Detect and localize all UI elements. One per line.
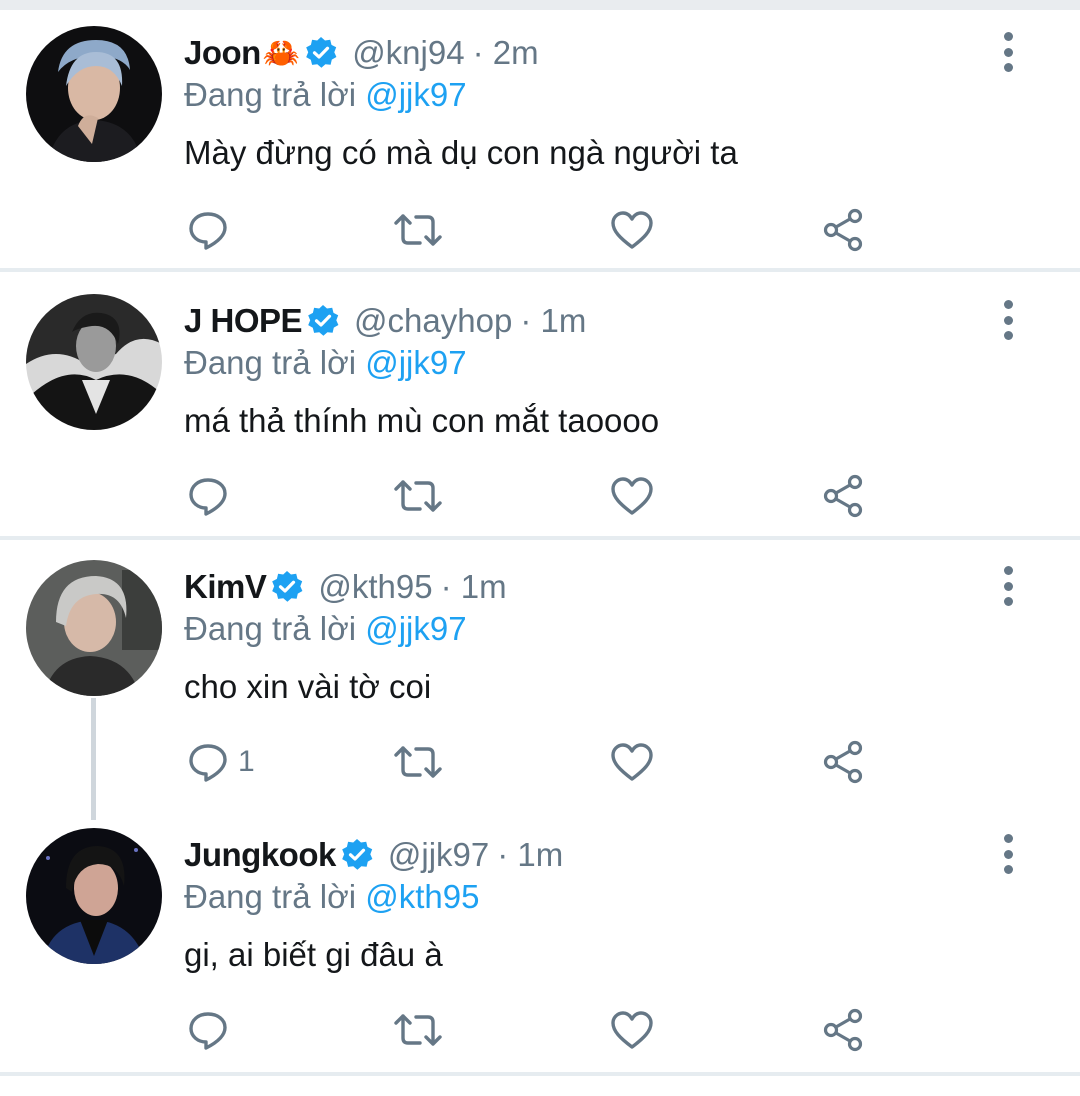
tweet-actions: 1: [184, 740, 884, 784]
avatar-photo: [26, 560, 162, 696]
crab-emoji: 🦀: [262, 36, 301, 70]
verified-badge-icon: [306, 304, 340, 338]
reply-icon: [186, 740, 230, 784]
top-border: [0, 0, 1080, 10]
retweet-icon: [394, 474, 442, 518]
more-vertical-icon[interactable]: [990, 300, 1026, 340]
avatar-photo: [26, 828, 162, 964]
reply-icon: [186, 1008, 230, 1052]
reply-mention-link[interactable]: @kth95: [365, 878, 479, 915]
share-icon: [822, 740, 866, 784]
replying-prefix: Đang trả lời: [184, 76, 357, 113]
tweet-text: gi, ai biết gi đâu à: [184, 936, 443, 973]
more-vertical-icon[interactable]: [990, 834, 1026, 874]
reply-button[interactable]: [186, 474, 230, 518]
heart-icon: [610, 476, 654, 516]
heart-icon: [610, 742, 654, 782]
display-name[interactable]: Jungkook: [184, 836, 336, 874]
replying-prefix: Đang trả lời: [184, 344, 357, 381]
reply-mention-link[interactable]: @jjk97: [365, 344, 466, 381]
tweet-header: Jungkook @jjk97 · 1m: [184, 832, 563, 878]
retweet-icon: [394, 1008, 442, 1052]
display-name[interactable]: Joon: [184, 34, 261, 72]
avatar-photo: [26, 294, 162, 430]
timestamp[interactable]: · 2m: [473, 34, 539, 72]
handle[interactable]: @kth95: [318, 568, 432, 606]
like-button[interactable]: [610, 208, 654, 252]
replying-prefix: Đang trả lời: [184, 878, 357, 915]
replying-to: Đang trả lời @jjk97: [184, 344, 467, 382]
verified-badge-icon: [304, 36, 338, 70]
reply-count: 1: [238, 745, 255, 778]
heart-icon: [610, 210, 654, 250]
retweet-button[interactable]: [394, 208, 442, 252]
tweet-header: J HOPE @chayhop · 1m: [184, 298, 586, 344]
timestamp[interactable]: · 1m: [520, 302, 586, 340]
share-button[interactable]: [822, 1008, 866, 1052]
retweet-icon: [394, 740, 442, 784]
more-vertical-icon[interactable]: [990, 566, 1026, 606]
tweet-divider: [0, 1072, 1080, 1076]
tweet-actions: [184, 474, 884, 518]
avatar[interactable]: [26, 294, 162, 430]
reply-button[interactable]: [186, 208, 230, 252]
replying-to: Đang trả lời @jjk97: [184, 610, 467, 648]
tweet-text: má thả thính mù con mắt taoooo: [184, 402, 660, 439]
display-name[interactable]: KimV: [184, 568, 267, 606]
like-button[interactable]: [610, 1008, 654, 1052]
share-icon: [822, 208, 866, 252]
replying-prefix: Đang trả lời: [184, 610, 357, 647]
retweet-button[interactable]: [394, 1008, 442, 1052]
share-button[interactable]: [822, 740, 866, 784]
reply-button[interactable]: 1: [186, 740, 255, 784]
tweet-text: cho xin vài tờ coi: [184, 668, 432, 705]
avatar-photo: [26, 26, 162, 162]
reply-mention-link[interactable]: @jjk97: [365, 610, 466, 647]
verified-badge-icon: [340, 838, 374, 872]
tweet-actions: [184, 208, 884, 252]
tweet[interactable]: Joon 🦀 @knj94 · 2m Đang trả lời @jjk97 M…: [0, 10, 1080, 268]
avatar[interactable]: [26, 560, 162, 696]
replying-to: Đang trả lời @jjk97: [184, 76, 467, 114]
tweet-header: KimV @kth95 · 1m: [184, 564, 507, 610]
verified-badge-icon: [270, 570, 304, 604]
retweet-icon: [394, 208, 442, 252]
tweet-text: Mày đừng có mà dụ con ngà người ta: [184, 134, 738, 171]
reply-button[interactable]: [186, 1008, 230, 1052]
reply-icon: [186, 474, 230, 518]
share-icon: [822, 1008, 866, 1052]
tweet[interactable]: Jungkook @jjk97 · 1m Đang trả lời @kth95…: [0, 812, 1080, 1072]
tweet[interactable]: J HOPE @chayhop · 1m Đang trả lời @jjk97…: [0, 272, 1080, 536]
reply-mention-link[interactable]: @jjk97: [365, 76, 466, 113]
avatar[interactable]: [26, 828, 162, 964]
tweet[interactable]: KimV @kth95 · 1m Đang trả lời @jjk97 cho…: [0, 540, 1080, 812]
tweet-actions: [184, 1008, 884, 1052]
timestamp[interactable]: · 1m: [441, 568, 507, 606]
display-name[interactable]: J HOPE: [184, 302, 303, 340]
tweet-header: Joon 🦀 @knj94 · 2m: [184, 30, 539, 76]
handle[interactable]: @knj94: [352, 34, 464, 72]
heart-icon: [610, 1010, 654, 1050]
avatar[interactable]: [26, 26, 162, 162]
handle[interactable]: @chayhop: [354, 302, 512, 340]
retweet-button[interactable]: [394, 740, 442, 784]
like-button[interactable]: [610, 474, 654, 518]
replying-to: Đang trả lời @kth95: [184, 878, 479, 916]
share-icon: [822, 474, 866, 518]
like-button[interactable]: [610, 740, 654, 784]
timestamp[interactable]: · 1m: [497, 836, 563, 874]
handle[interactable]: @jjk97: [388, 836, 489, 874]
reply-icon: [186, 208, 230, 252]
retweet-button[interactable]: [394, 474, 442, 518]
share-button[interactable]: [822, 208, 866, 252]
share-button[interactable]: [822, 474, 866, 518]
more-vertical-icon[interactable]: [990, 32, 1026, 72]
